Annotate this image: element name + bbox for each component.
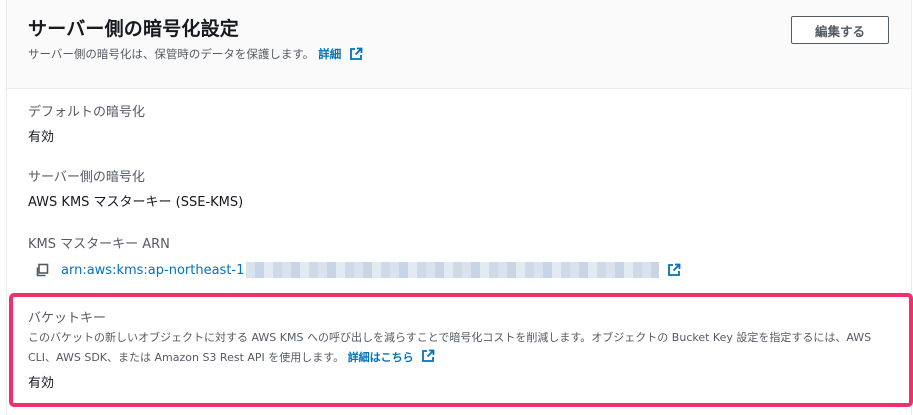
server-side-encryption-label: サーバー側の暗号化 [28, 170, 145, 185]
kms-key-arn-row: arn:aws:kms:ap-northeast-1 [35, 262, 681, 278]
external-link-icon[interactable] [349, 47, 363, 61]
kms-key-arn-link[interactable]: arn:aws:kms:ap-northeast-1 [61, 263, 244, 278]
server-side-encryption-value: AWS KMS マスターキー (SSE-KMS) [28, 195, 244, 210]
panel-title: サーバー側の暗号化設定 [28, 18, 240, 40]
redacted-arn-block [246, 262, 660, 278]
kms-key-arn-label: KMS マスターキー ARN [28, 237, 170, 252]
bucket-key-label: バケットキー [28, 311, 107, 326]
details-link[interactable]: 詳細 [318, 46, 341, 62]
bucket-key-value: 有効 [28, 376, 55, 391]
default-encryption-value: 有効 [28, 130, 55, 145]
panel-header: サーバー側の暗号化設定 サーバー側の暗号化は、保管時のデータを保護します。 詳細… [7, 0, 911, 89]
external-link-icon[interactable] [667, 263, 681, 277]
bucket-key-description: このバケットの新しいオブジェクトに対する AWS KMS への呼び出しを減らすこ… [28, 328, 894, 368]
panel-subtitle: サーバー側の暗号化は、保管時のデータを保護します。 詳細 [28, 46, 363, 62]
copy-icon[interactable] [35, 263, 49, 277]
learn-more-link[interactable]: 詳細はこちら [348, 351, 414, 364]
external-link-icon[interactable] [421, 349, 435, 363]
bucket-key-description-text: このバケットの新しいオブジェクトに対する AWS KMS への呼び出しを減らすこ… [28, 331, 872, 364]
panel-description: サーバー側の暗号化は、保管時のデータを保護します。 [28, 47, 315, 61]
encryption-settings-panel: サーバー側の暗号化設定 サーバー側の暗号化は、保管時のデータを保護します。 詳細… [6, 0, 913, 415]
default-encryption-label: デフォルトの暗号化 [28, 105, 146, 120]
edit-button[interactable]: 編集する [791, 16, 889, 44]
